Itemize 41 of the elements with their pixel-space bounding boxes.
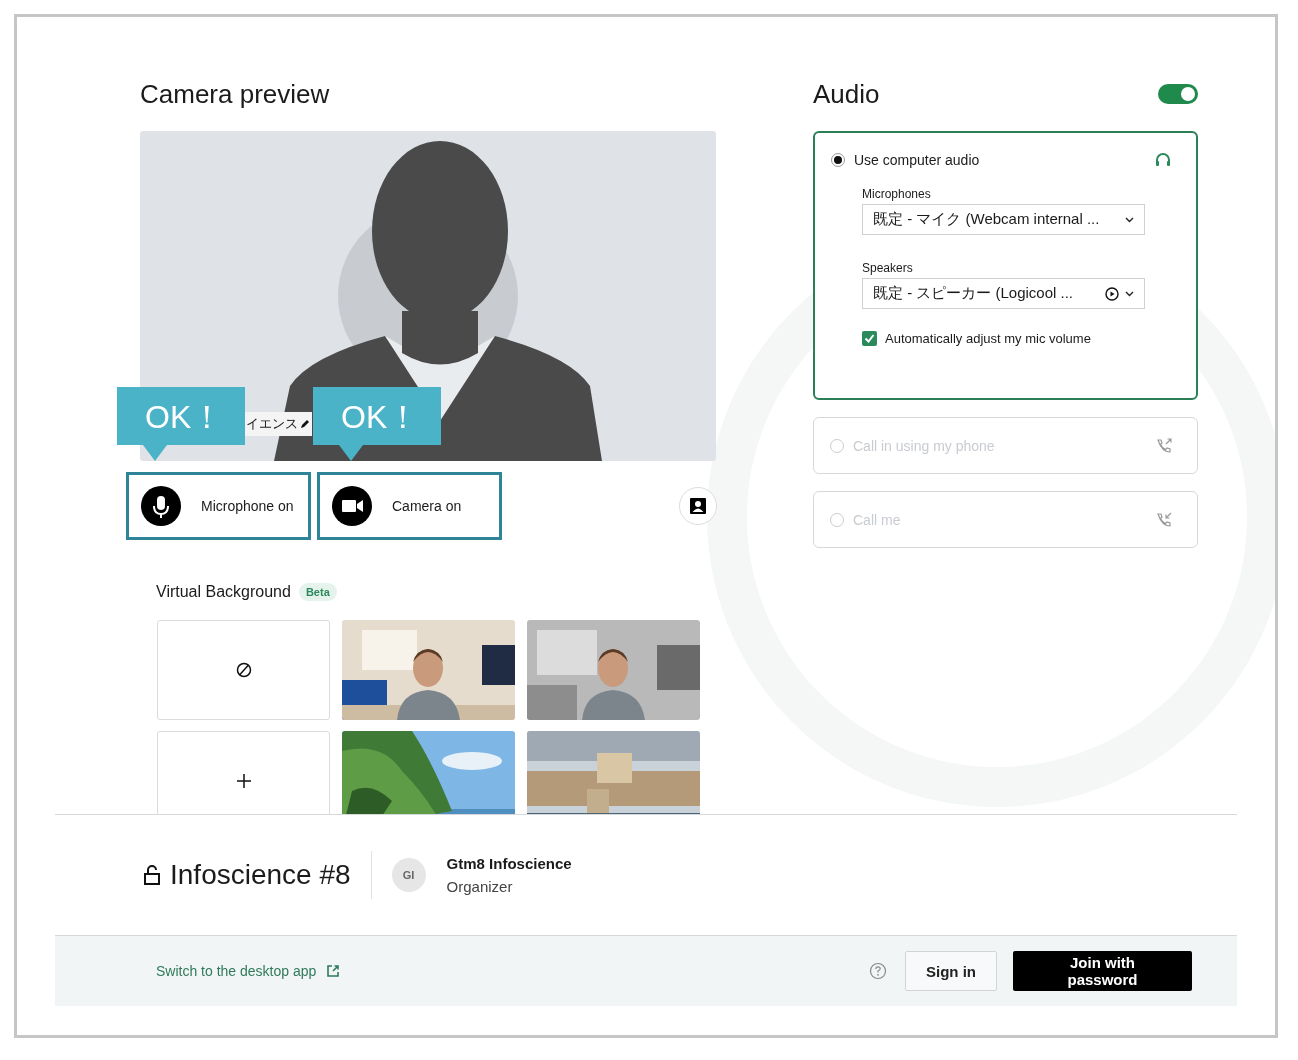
field-label: Microphones	[862, 187, 932, 201]
section-title: Audio	[813, 78, 880, 110]
checkbox[interactable]	[862, 331, 877, 346]
participant-name: イエンス	[246, 415, 298, 433]
audio-toggle[interactable]	[1158, 84, 1198, 104]
help-icon[interactable]	[869, 962, 887, 980]
host-name: Gtm8 Infoscience	[446, 855, 572, 872]
beta-badge: Beta	[298, 583, 337, 601]
headset-icon	[1154, 151, 1172, 169]
unlocked-padlock-icon	[143, 864, 161, 886]
speaker-dropdown[interactable]: 既定 - スピーカー (Logicool ...	[862, 278, 1145, 309]
video-camera-icon	[332, 486, 372, 526]
contact-card-icon	[689, 497, 707, 515]
host-avatar: GI	[391, 858, 426, 892]
join-button[interactable]: Join with password	[1013, 951, 1192, 991]
chevron-down-icon	[1125, 215, 1134, 224]
chevron-down-icon	[1125, 289, 1134, 298]
host-role: Organizer	[446, 878, 514, 895]
microphone-toggle[interactable]: Microphone on	[126, 472, 311, 540]
checkbox-label: Automatically adjust my mic volume	[885, 331, 1091, 346]
pencil-icon[interactable]	[300, 419, 310, 429]
add-background-tile[interactable]	[157, 731, 330, 814]
phone-incoming-icon	[1155, 510, 1173, 529]
audio-option[interactable]: Use computer audio Microphones 既定 - マイク (Webcam internal ... Speakers 既定 - スピーカー (Logicool ... Automatically adjust my mic volume	[813, 131, 1198, 400]
camera-toggle[interactable]: Camera on	[317, 472, 502, 540]
no-symbol-icon	[235, 662, 252, 678]
field-label: Speakers	[862, 261, 914, 275]
section-title: Camera preview	[140, 78, 331, 110]
plus-icon	[235, 773, 252, 789]
sign-in-button[interactable]: Sign in	[905, 951, 997, 991]
option-label: Use computer audio	[854, 152, 981, 168]
play-icon[interactable]	[1105, 286, 1119, 301]
contact-card-button[interactable]	[679, 487, 717, 525]
desktop-app-link[interactable]: Switch to the desktop app	[156, 963, 317, 979]
external-link-icon[interactable]	[326, 964, 341, 978]
meeting-title: Infoscience #8	[170, 859, 351, 891]
microphone-icon	[141, 486, 181, 526]
microphone-dropdown[interactable]: 既定 - マイク (Webcam internal ...	[862, 204, 1145, 235]
phone-outgoing-icon	[1155, 436, 1173, 455]
no-background-tile[interactable]	[157, 620, 330, 720]
virtual-background-title: Virtual Background	[156, 583, 291, 601]
